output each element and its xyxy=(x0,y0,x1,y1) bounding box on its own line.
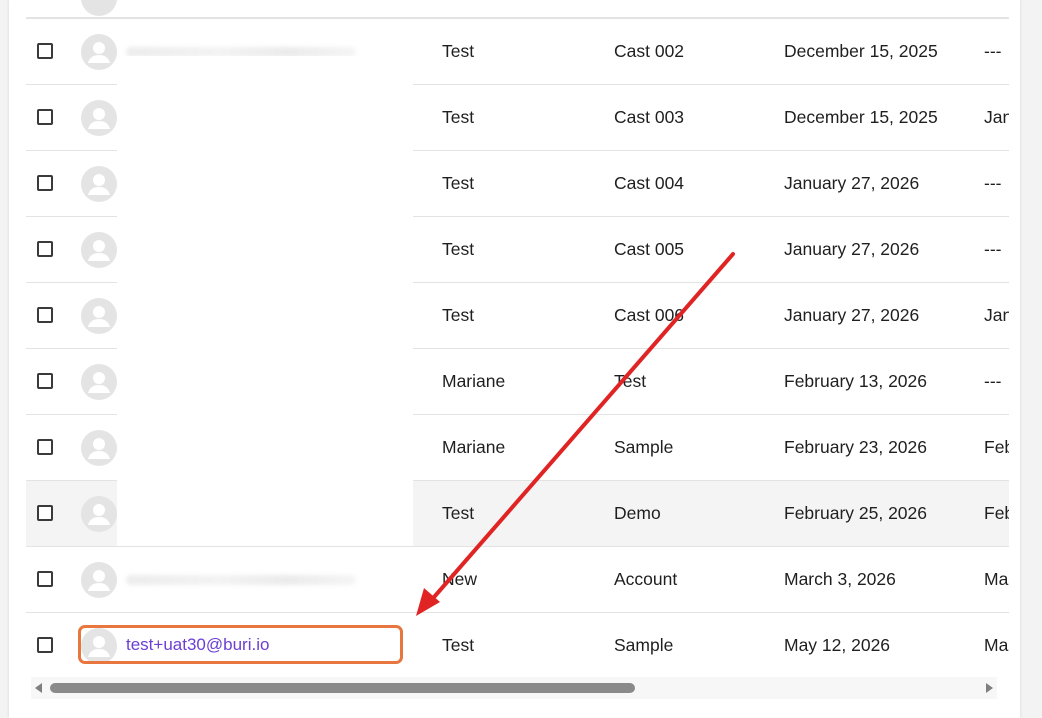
scroll-left-arrow-icon[interactable] xyxy=(35,683,42,693)
annotation-arrow-icon xyxy=(416,252,735,616)
scrollbar-thumb[interactable] xyxy=(50,683,635,693)
scroll-right-arrow-icon[interactable] xyxy=(986,683,993,693)
